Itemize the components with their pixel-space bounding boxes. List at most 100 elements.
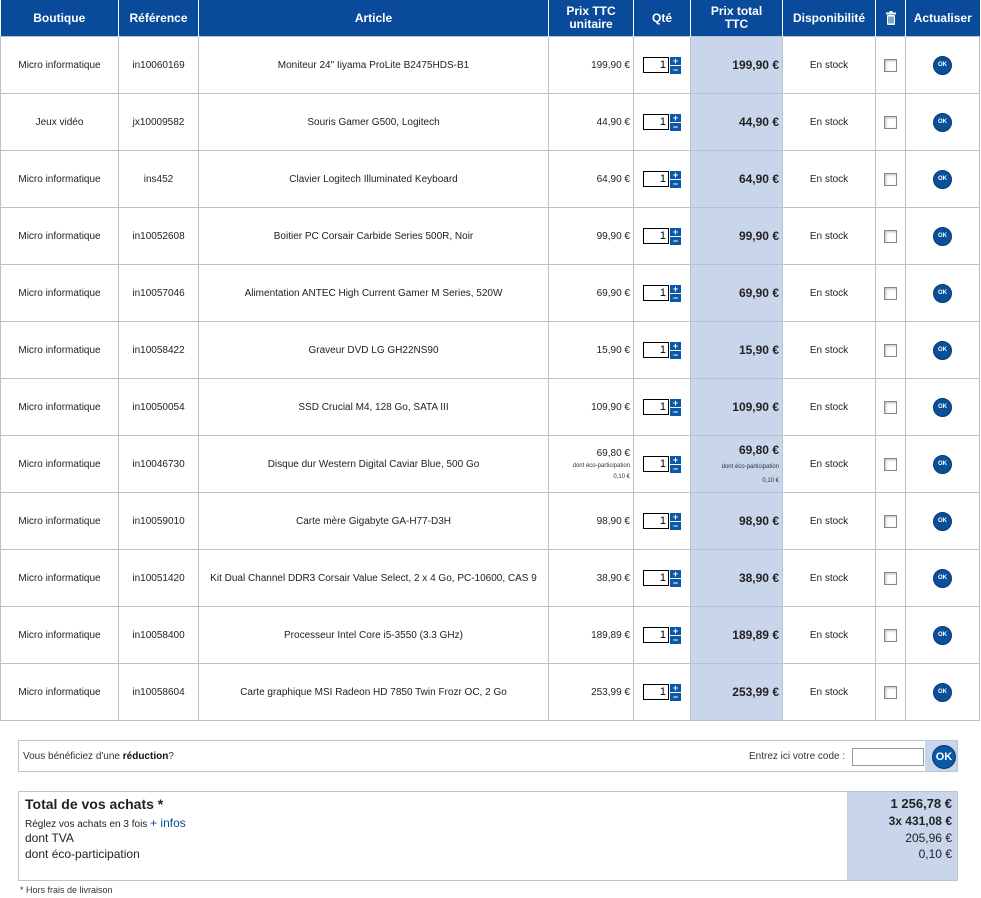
qty-input[interactable] [643,228,669,244]
promo-code-label: Entrez ici votre code : [749,751,846,762]
minus-icon[interactable]: − [670,464,681,473]
plus-icon[interactable]: + [670,284,681,293]
cell-boutique: Micro informatique [0,207,119,265]
cell-availability: En stock [782,435,876,493]
update-ok-button[interactable]: OK [933,454,952,474]
qty-input[interactable] [643,399,669,415]
update-ok-button[interactable]: OK [933,112,952,132]
delete-checkbox[interactable] [884,571,897,585]
cell-qty: + − [633,93,691,151]
qty-stepper: + − [670,569,681,587]
update-ok-button[interactable]: OK [933,169,952,189]
update-ok-button[interactable]: OK [933,226,952,246]
header-unit-price: Prix TTC unitaire [548,0,634,37]
cell-availability: En stock [782,36,876,94]
cell-unit-price: 15,90 € [548,321,634,379]
plus-icon[interactable]: + [670,569,681,578]
minus-icon[interactable]: − [670,179,681,188]
delete-checkbox[interactable] [884,628,897,642]
delete-checkbox[interactable] [884,685,897,699]
qty-control: + − [643,341,681,359]
promo-code-input[interactable] [852,748,924,766]
delete-checkbox[interactable] [884,286,897,300]
update-ok-button[interactable]: OK [933,55,952,75]
update-ok-button[interactable]: OK [933,511,952,531]
minus-icon[interactable]: − [670,122,681,131]
minus-icon[interactable]: − [670,635,681,644]
plus-icon[interactable]: + [670,113,681,122]
qty-input[interactable] [643,285,669,301]
plus-icon[interactable]: + [670,683,681,692]
cell-unit-price: 253,99 € [548,663,634,721]
cell-article: Boitier PC Corsair Carbide Series 500R, … [198,207,549,265]
qty-input[interactable] [643,342,669,358]
update-ok-button[interactable]: OK [933,283,952,303]
cell-total-price: 69,80 € dont éco-participation 0,10 € [690,435,783,493]
cell-update: OK [905,492,980,550]
cart-row: Micro informatique in10058400 Processeur… [0,606,980,664]
cell-unit-price: 44,90 € [548,93,634,151]
delete-checkbox[interactable] [884,400,897,414]
delete-checkbox[interactable] [884,457,897,471]
delete-checkbox[interactable] [884,514,897,528]
delete-checkbox[interactable] [884,58,897,72]
cell-article: Processeur Intel Core i5-3550 (3.3 GHz) [198,606,549,664]
delete-checkbox[interactable] [884,343,897,357]
minus-icon[interactable]: − [670,350,681,359]
cell-availability: En stock [782,492,876,550]
plus-icon[interactable]: + [670,512,681,521]
plus-icon[interactable]: + [670,170,681,179]
cart-row: Jeux vidéo jx10009582 Souris Gamer G500,… [0,93,980,151]
update-ok-button[interactable]: OK [933,340,952,360]
update-ok-button[interactable]: OK [933,568,952,588]
plus-icon[interactable]: + [670,227,681,236]
cell-delete [875,378,906,436]
qty-input[interactable] [643,57,669,73]
cell-qty: + − [633,663,691,721]
qty-input[interactable] [643,684,669,700]
delete-checkbox[interactable] [884,115,897,129]
minus-icon[interactable]: − [670,407,681,416]
minus-icon[interactable]: − [670,692,681,701]
delete-checkbox[interactable] [884,172,897,186]
update-ok-button[interactable]: OK [933,682,952,702]
cell-unit-price: 64,90 € [548,150,634,208]
order-summary: Total de vos achats * Réglez vos achats … [18,791,958,881]
plus-icon[interactable]: + [670,341,681,350]
qty-stepper: + − [670,341,681,359]
plus-icon[interactable]: + [670,626,681,635]
qty-input[interactable] [643,456,669,472]
promo-ok-button[interactable]: OK [932,745,956,769]
minus-icon[interactable]: − [670,293,681,302]
tva-label: dont TVA [25,831,74,845]
qty-input[interactable] [643,570,669,586]
update-ok-button[interactable]: OK [933,397,952,417]
qty-input[interactable] [643,114,669,130]
qty-input[interactable] [643,513,669,529]
cart-row: Micro informatique in10050054 SSD Crucia… [0,378,980,436]
trash-icon [885,11,896,25]
plus-icon[interactable]: + [670,455,681,464]
qty-input[interactable] [643,627,669,643]
installment-info-link[interactable]: + infos [150,816,186,830]
minus-icon[interactable]: − [670,521,681,530]
header-total-line1: Prix total [710,4,763,18]
minus-icon[interactable]: − [670,578,681,587]
header-availability: Disponibilité [782,0,876,37]
total-price-value: 69,90 € [738,286,779,300]
minus-icon[interactable]: − [670,236,681,245]
cell-reference: in10059010 [118,492,199,550]
cell-article: Moniteur 24" Iiyama ProLite B2475HDS-B1 [198,36,549,94]
plus-icon[interactable]: + [670,56,681,65]
unit-price-value: 189,89 € [591,629,630,641]
minus-icon[interactable]: − [670,65,681,74]
unit-price-value: 98,90 € [596,515,630,527]
plus-icon[interactable]: + [670,398,681,407]
cart-row: Micro informatique in10057046 Alimentati… [0,264,980,322]
update-ok-button[interactable]: OK [933,625,952,645]
qty-input[interactable] [643,171,669,187]
header-total-line2: TTC [724,17,749,31]
cell-total-price: 189,89 € [690,606,783,664]
delete-checkbox[interactable] [884,229,897,243]
cell-availability: En stock [782,321,876,379]
